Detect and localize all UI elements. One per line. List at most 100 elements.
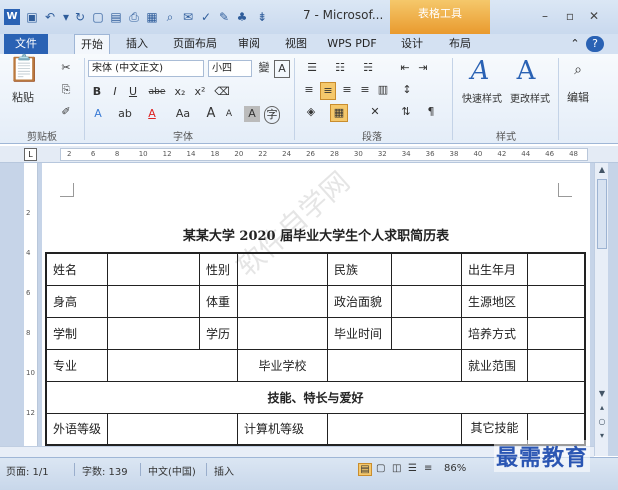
editing-button[interactable]: 编辑 <box>562 90 594 106</box>
ruler-strip[interactable]: 2 6 8 10 12 14 18 20 22 24 26 28 30 32 34 36 38 40 42 44 46 4… <box>60 148 588 161</box>
table-cell[interactable] <box>237 252 329 286</box>
tab-home[interactable]: 开始 <box>74 34 110 54</box>
redo-icon[interactable]: ↻ <box>72 9 88 25</box>
scroll-up-icon[interactable]: ▲ <box>596 165 608 174</box>
align-right-icon[interactable]: ≡ <box>340 82 354 98</box>
increase-indent-icon[interactable]: ⇥ <box>416 60 430 76</box>
quick-styles-icon[interactable]: A <box>462 56 498 86</box>
tab-selector-icon[interactable]: L <box>24 148 37 161</box>
table-cell[interactable] <box>237 316 329 350</box>
find-icon[interactable]: ⌕ <box>566 62 590 78</box>
spelling-icon[interactable]: ✓ <box>198 9 214 25</box>
chinese-layout-icon[interactable]: ✕ <box>366 104 384 120</box>
italic-button[interactable]: I <box>108 84 122 100</box>
table-cell[interactable]: 计算机等级 <box>237 412 329 446</box>
table-cell[interactable] <box>391 284 463 318</box>
tab-layout[interactable]: 布局 <box>442 34 478 54</box>
align-center-icon[interactable]: ≡ <box>320 82 336 100</box>
vertical-scrollbar[interactable]: ▲ ▼ ▴ ○ ▾ <box>594 163 608 456</box>
prev-page-icon[interactable]: ▴ <box>596 403 608 412</box>
table-cell[interactable]: 生源地区 <box>461 284 529 318</box>
text-effect-icon[interactable]: A <box>90 106 106 122</box>
tab-wps-pdf[interactable]: WPS PDF <box>322 34 382 54</box>
borders-icon[interactable]: ▦ <box>330 104 348 122</box>
quick-styles-button[interactable]: 快速样式 <box>460 92 504 108</box>
table-cell[interactable] <box>107 412 239 446</box>
tab-insert[interactable]: 插入 <box>118 34 156 54</box>
table-cell[interactable]: 体重 <box>199 284 239 318</box>
horizontal-ruler[interactable]: L 2 6 8 10 12 14 18 20 22 24 26 28 30 32 34 36 38 40 42 44 4… <box>0 146 618 163</box>
table-cell[interactable] <box>107 348 239 382</box>
grow-font-button[interactable]: A <box>204 106 218 122</box>
vertical-ruler[interactable]: 2 4 6 8 10 12 <box>24 163 38 456</box>
full-screen-icon[interactable]: ▢ <box>376 463 385 474</box>
table-cell[interactable] <box>237 284 329 318</box>
close-icon[interactable]: ✕ <box>584 6 604 26</box>
strikethrough-button[interactable]: abe <box>146 84 168 100</box>
browse-object-icon[interactable]: ○ <box>596 417 608 426</box>
tab-review[interactable]: 审阅 <box>230 34 268 54</box>
font-name-combo[interactable]: 宋体 (中文正文) <box>88 60 204 77</box>
table-cell[interactable]: 培养方式 <box>461 316 529 350</box>
tab-file[interactable]: 文件 <box>4 34 48 54</box>
shading-icon[interactable]: ◈ <box>302 104 320 120</box>
table-cell[interactable]: 外语等级 <box>45 412 109 446</box>
format-painter-icon[interactable]: ✐ <box>58 104 74 120</box>
table-cell[interactable] <box>527 348 586 382</box>
document-title[interactable]: 某某大学 2020 届毕业大学生个人求职简历表 <box>42 225 590 244</box>
open-icon[interactable]: ▤ <box>108 9 124 25</box>
paste-icon[interactable]: 📋 <box>8 54 40 84</box>
table-cell[interactable]: 学制 <box>45 316 109 350</box>
minimize-icon[interactable]: – <box>535 6 555 26</box>
section-header[interactable]: 技能、特长与爱好 <box>45 380 586 414</box>
page-indicator[interactable]: 页面: 1/1 <box>6 463 49 478</box>
copy-icon[interactable]: ⎘ <box>58 82 74 98</box>
table-cell[interactable] <box>527 284 586 318</box>
restore-icon[interactable]: ▫ <box>560 6 580 26</box>
scroll-down-icon[interactable]: ▼ <box>596 389 608 398</box>
table-cell[interactable]: 专业 <box>45 348 109 382</box>
mail-icon[interactable]: ✉ <box>180 9 196 25</box>
enclosed-char-icon[interactable]: 字 <box>264 106 280 124</box>
help-icon[interactable]: ? <box>586 36 604 52</box>
table-cell[interactable] <box>527 252 586 286</box>
word-count[interactable]: 字数: 139 <box>82 463 128 478</box>
table-cell[interactable]: 性别 <box>199 252 239 286</box>
insert-mode[interactable]: 插入 <box>214 463 234 478</box>
customize-icon[interactable]: ⇟ <box>254 9 270 25</box>
numbering-icon[interactable]: ☷ <box>330 60 350 76</box>
table-cell[interactable]: 学历 <box>199 316 239 350</box>
tab-view[interactable]: 视图 <box>278 34 314 54</box>
char-border-icon[interactable]: A <box>274 60 290 78</box>
table-cell[interactable]: 身高 <box>45 284 109 318</box>
font-color-icon[interactable]: A <box>144 106 160 122</box>
align-left-icon[interactable]: ≡ <box>302 82 316 98</box>
superscript-button[interactable]: x² <box>192 84 208 100</box>
clear-format-icon[interactable]: ⌫ <box>214 84 230 100</box>
shrink-font-button[interactable]: A <box>222 106 236 122</box>
table-cell[interactable] <box>327 348 463 382</box>
people-icon[interactable]: ♣ <box>234 9 250 25</box>
language-indicator[interactable]: 中文(中国) <box>148 463 196 478</box>
draw-icon[interactable]: ✎ <box>216 9 232 25</box>
char-shading-icon[interactable]: A <box>244 106 260 122</box>
distributed-icon[interactable]: ▥ <box>376 82 390 98</box>
table-cell[interactable] <box>527 316 586 350</box>
table-cell[interactable] <box>107 284 201 318</box>
table-cell[interactable] <box>107 316 201 350</box>
image-icon[interactable]: ▦ <box>144 9 160 25</box>
save-icon[interactable]: ▣ <box>24 9 40 25</box>
font-size-combo[interactable]: 小四 <box>208 60 252 77</box>
table-cell[interactable]: 毕业学校 <box>237 348 329 382</box>
document-page[interactable]: 软件自学网 某某大学 2020 届毕业大学生个人求职简历表 姓名 性别 民族 出… <box>42 163 590 456</box>
show-marks-icon[interactable]: ¶ <box>424 104 438 120</box>
new-doc-icon[interactable]: ▢ <box>90 9 106 25</box>
cut-icon[interactable]: ✂ <box>58 60 74 76</box>
table-cell[interactable] <box>327 412 463 446</box>
underline-button[interactable]: U <box>126 84 140 100</box>
bullets-icon[interactable]: ☰ <box>302 60 322 76</box>
phonetic-icon[interactable]: 變 <box>256 60 272 76</box>
justify-icon[interactable]: ≡ <box>358 82 372 98</box>
table-cell[interactable] <box>391 316 463 350</box>
table-cell[interactable] <box>391 252 463 286</box>
